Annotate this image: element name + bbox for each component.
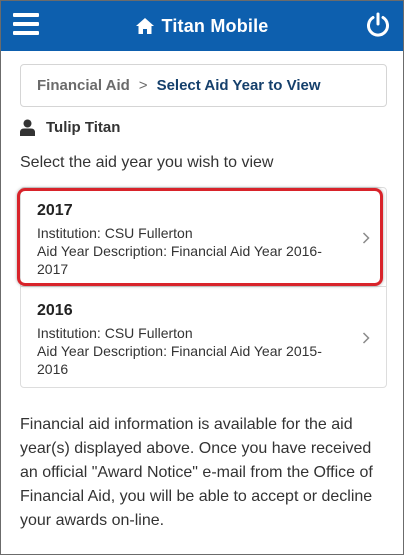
aid-year-list: 2017 Institution: CSU Fullerton Aid Year… xyxy=(20,187,387,388)
header-title-group: Titan Mobile xyxy=(1,1,403,51)
aid-year-institution: Institution: CSU Fullerton xyxy=(37,325,193,341)
breadcrumb-separator: > xyxy=(138,77,148,94)
hamburger-menu-icon[interactable] xyxy=(13,13,39,35)
aid-year-title: 2016 xyxy=(37,302,73,319)
aid-year-description-cont: 2016 xyxy=(37,361,69,377)
financial-aid-info-text: Financial aid information is available f… xyxy=(20,416,373,529)
breadcrumb-financial-aid-link[interactable]: Financial Aid xyxy=(37,77,130,94)
app-header: Titan Mobile xyxy=(1,1,403,51)
aid-year-text: 2017 Institution: CSU Fullerton Aid Year… xyxy=(37,201,347,278)
app-title: Titan Mobile xyxy=(161,15,269,36)
app-frame: Titan Mobile Financial Aid > Select Aid … xyxy=(0,0,404,555)
user-info: Tulip Titan xyxy=(20,119,120,136)
user-name: Tulip Titan xyxy=(46,119,121,136)
chevron-right-icon xyxy=(362,332,370,344)
aid-year-institution: Institution: CSU Fullerton xyxy=(37,225,193,241)
breadcrumb-current-page: Select Aid Year to View xyxy=(156,77,321,94)
aid-year-description-cont: 2017 xyxy=(37,261,69,277)
aid-year-text: 2016 Institution: CSU Fullerton Aid Year… xyxy=(37,301,347,378)
home-icon xyxy=(136,18,155,34)
aid-year-item-2016[interactable]: 2016 Institution: CSU Fullerton Aid Year… xyxy=(21,288,386,386)
aid-year-description: Aid Year Description: Financial Aid Year… xyxy=(37,243,322,259)
aid-year-title: 2017 xyxy=(37,202,73,219)
user-icon xyxy=(20,119,35,136)
power-icon[interactable] xyxy=(365,12,391,38)
list-divider xyxy=(21,286,386,287)
aid-year-prompt: Select the aid year you wish to view xyxy=(20,154,274,171)
chevron-right-icon xyxy=(362,232,370,244)
breadcrumb: Financial Aid > Select Aid Year to View xyxy=(20,64,387,107)
aid-year-item-2017[interactable]: 2017 Institution: CSU Fullerton Aid Year… xyxy=(21,188,386,287)
aid-year-description: Aid Year Description: Financial Aid Year… xyxy=(37,343,322,359)
